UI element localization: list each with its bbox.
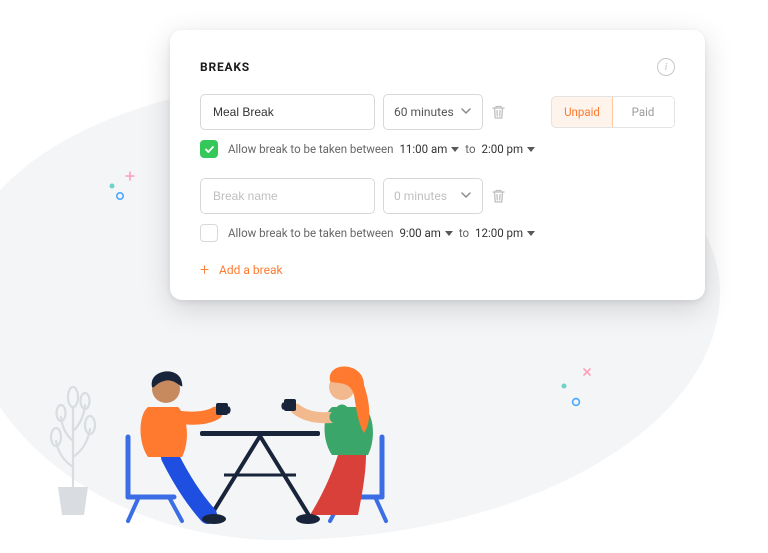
- chevron-down-icon: [460, 189, 472, 204]
- break-name-input[interactable]: [200, 94, 375, 130]
- delete-break-button[interactable]: [491, 188, 506, 204]
- break-time-row: Allow break to be taken between 11:00 am…: [200, 140, 675, 158]
- info-icon[interactable]: i: [657, 58, 675, 76]
- plus-icon: +: [200, 262, 209, 278]
- duration-select[interactable]: 60 minutes: [383, 94, 483, 130]
- caret-down-icon: [451, 147, 459, 152]
- break-row-main: 0 minutes: [200, 178, 675, 214]
- allow-time-label: Allow break to be taken between: [228, 226, 393, 240]
- allow-time-checkbox[interactable]: [200, 140, 218, 158]
- time-to-select[interactable]: 12:00 pm: [475, 226, 535, 240]
- allow-time-checkbox[interactable]: [200, 224, 218, 242]
- add-break-label: Add a break: [219, 263, 283, 277]
- decorative-sparkle: [104, 166, 140, 202]
- time-from-select[interactable]: 9:00 am: [399, 226, 452, 240]
- allow-time-label: Allow break to be taken between: [228, 142, 393, 156]
- people-at-table-illustration: [20, 337, 440, 537]
- break-name-input[interactable]: [200, 178, 375, 214]
- break-block: 60 minutes Unpaid Paid Allow break to be: [200, 94, 675, 158]
- paid-toggle: Unpaid Paid: [551, 96, 675, 128]
- break-row-main: 60 minutes Unpaid Paid: [200, 94, 675, 130]
- break-block: 0 minutes Allow break to be taken betwee…: [200, 178, 675, 242]
- duration-value: 0 minutes: [394, 189, 447, 203]
- break-time-row: Allow break to be taken between 9:00 am …: [200, 224, 675, 242]
- decorative-sparkle: [556, 366, 596, 410]
- time-to-select[interactable]: 2:00 pm: [482, 142, 536, 156]
- time-from-select[interactable]: 11:00 am: [399, 142, 459, 156]
- caret-down-icon: [527, 231, 535, 236]
- card-title: BREAKS: [200, 60, 250, 74]
- unpaid-toggle-button[interactable]: Unpaid: [551, 96, 613, 128]
- add-break-button[interactable]: + Add a break: [200, 262, 675, 278]
- caret-down-icon: [445, 231, 453, 236]
- card-header: BREAKS i: [200, 58, 675, 76]
- duration-value: 60 minutes: [394, 105, 454, 119]
- to-label: to: [459, 226, 469, 240]
- paid-toggle-button[interactable]: Paid: [612, 97, 674, 127]
- caret-down-icon: [527, 147, 535, 152]
- duration-select[interactable]: 0 minutes: [383, 178, 483, 214]
- delete-break-button[interactable]: [491, 104, 506, 120]
- breaks-card: BREAKS i 60 minutes Unpaid Paid: [170, 30, 705, 300]
- chevron-down-icon: [460, 105, 472, 120]
- to-label: to: [465, 142, 475, 156]
- check-icon: [204, 144, 215, 155]
